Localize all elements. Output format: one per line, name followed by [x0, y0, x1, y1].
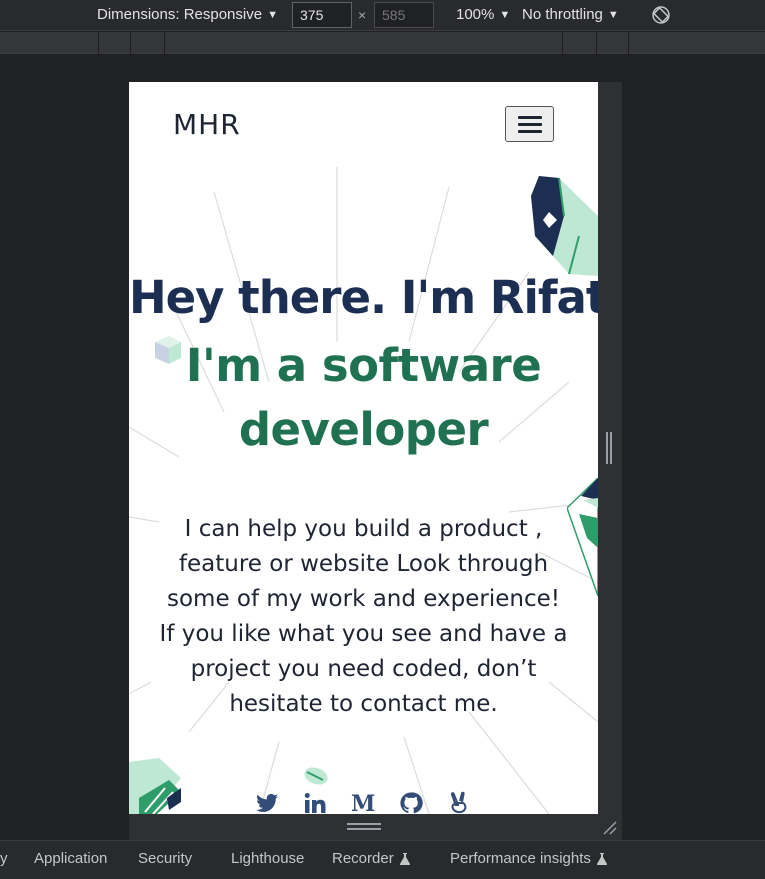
- tab-application[interactable]: Application: [34, 850, 107, 867]
- tab-recorder[interactable]: Recorder: [332, 850, 410, 867]
- viewport-bottom-gutter: [129, 814, 622, 840]
- social-links: M: [253, 789, 473, 814]
- throttling-label: No throttling: [522, 6, 603, 23]
- rotate-icon[interactable]: [650, 4, 672, 26]
- linkedin-icon[interactable]: [301, 789, 328, 814]
- decorative-shape: [129, 758, 181, 814]
- chevron-down-icon: ▼: [499, 8, 511, 21]
- media-query-ruler: [0, 32, 765, 54]
- twitter-icon[interactable]: [253, 789, 280, 814]
- dimensions-dropdown[interactable]: Dimensions: Responsive ▼: [97, 6, 278, 23]
- tab-label: Recorder: [332, 850, 394, 867]
- width-resize-handle[interactable]: [606, 432, 614, 464]
- times-separator: ×: [358, 7, 367, 23]
- dimensions-label: Dimensions: Responsive: [97, 6, 263, 23]
- menu-bar: [517, 129, 542, 133]
- width-input[interactable]: [292, 2, 352, 28]
- tab-label: y: [0, 850, 8, 867]
- svg-text:M: M: [351, 791, 375, 814]
- page-viewport: MHR Hey there. I'm Rifat. I'm a software…: [129, 82, 598, 814]
- experiment-flask-icon: [596, 852, 607, 865]
- medium-icon[interactable]: M: [349, 789, 376, 814]
- hamburger-menu-button[interactable]: [505, 106, 554, 142]
- zoom-label: 100%: [456, 6, 495, 23]
- zoom-dropdown[interactable]: 100% ▼: [456, 6, 510, 23]
- devtools-tab-strip: y Application Security Lighthouse Record…: [0, 840, 765, 879]
- tab-label: Application: [34, 850, 108, 867]
- corner-resize-icon[interactable]: [602, 820, 618, 836]
- throttling-dropdown[interactable]: No throttling ▼: [522, 6, 619, 23]
- decorative-shape: [567, 478, 598, 597]
- chevron-down-icon: ▼: [607, 8, 619, 21]
- tab-label: Performance insights: [450, 850, 591, 867]
- tab-performance-insights[interactable]: Performance insights: [450, 850, 607, 867]
- height-resize-handle[interactable]: [347, 823, 381, 830]
- tab-label: Security: [138, 850, 193, 867]
- brand-logo[interactable]: MHR: [173, 108, 241, 141]
- hero-subtitle: I'm a software developer: [185, 339, 542, 456]
- tab-partial[interactable]: y: [0, 850, 8, 867]
- decorative-pill: [304, 767, 328, 785]
- menu-bar: [517, 115, 542, 119]
- height-input[interactable]: [374, 2, 434, 28]
- angellist-icon[interactable]: [446, 789, 473, 814]
- tab-lighthouse[interactable]: Lighthouse: [231, 850, 304, 867]
- decorative-shape: [531, 176, 598, 276]
- tab-label: Lighthouse: [231, 850, 305, 867]
- menu-bar: [517, 122, 542, 126]
- tab-security[interactable]: Security: [138, 850, 192, 867]
- chevron-down-icon: ▼: [267, 8, 278, 21]
- device-toolbar: Dimensions: Responsive ▼ × 100% ▼ No thr…: [0, 0, 765, 31]
- hero-description: I can help you build a product , feature…: [159, 516, 568, 717]
- github-icon[interactable]: [398, 789, 425, 814]
- experiment-flask-icon: [399, 852, 410, 865]
- hero-title: Hey there. I'm Rifat.: [129, 271, 598, 324]
